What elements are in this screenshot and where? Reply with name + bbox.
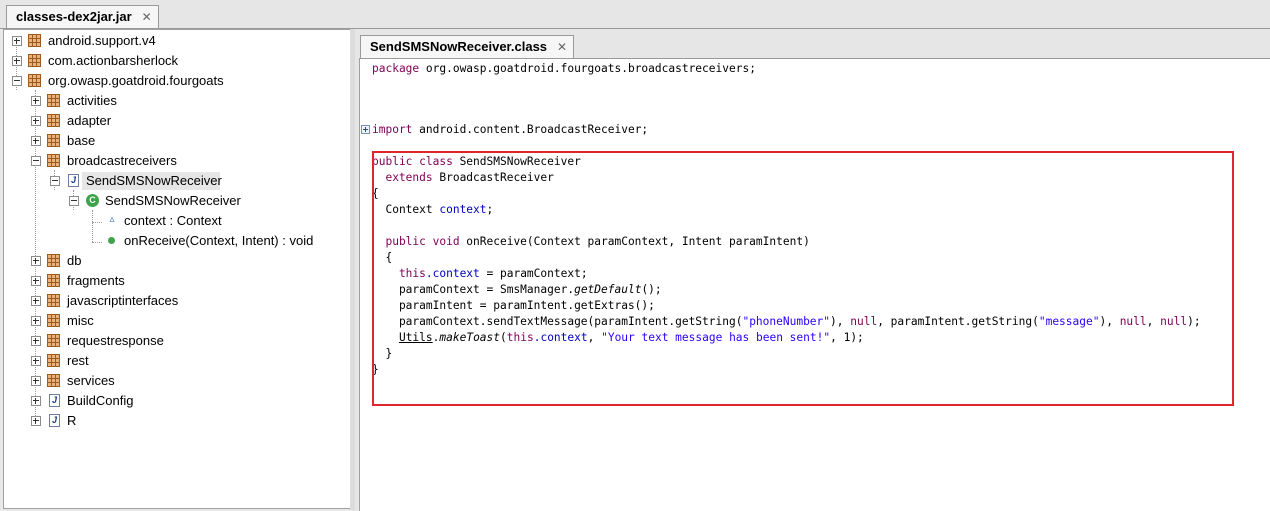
tree-item-label: com.actionbarsherlock [48,53,179,68]
tab-sendsmsnowreceiver-class[interactable]: SendSMSNowReceiver.class ✕ [360,35,575,58]
package-icon [47,134,60,147]
expand-icon[interactable] [31,116,41,126]
fold-expand-icon[interactable] [361,125,370,134]
tree-item-context-field[interactable]: ▵ context : Context [4,211,344,231]
close-icon[interactable]: ✕ [142,6,152,28]
tree-item-buildconfig[interactable]: J BuildConfig [4,391,344,411]
tree-item-label: context : Context [124,213,222,228]
tree-item-label: broadcastreceivers [67,153,177,168]
package-icon [47,254,60,267]
tree-item-sendsmsnowreceiver-file[interactable]: J SendSMSNowReceiver [4,171,344,191]
expand-icon[interactable] [31,356,41,366]
tree-item-label: db [67,253,82,268]
tree-item-base[interactable]: base [4,131,344,151]
package-icon [47,334,60,347]
tree-item-requestresponse[interactable]: requestresponse [4,331,344,351]
tree-item-org-owasp-goatdroid-fourgoats[interactable]: org.owasp.goatdroid.fourgoats [4,71,344,91]
close-icon[interactable]: ✕ [557,36,567,58]
tree-item-label: javascriptinterfaces [67,293,179,308]
package-icon [28,34,41,47]
tree-item-label: activities [67,93,117,108]
method-icon [108,237,115,244]
expand-icon[interactable] [31,136,41,146]
tree-item-label: rest [67,353,89,368]
tree-item-label: adapter [67,113,112,128]
code-line-package: package org.owasp.goatdroid.fourgoats.br… [372,62,756,75]
collapse-icon[interactable] [69,196,79,206]
field-icon: ▵ [109,214,115,225]
highlight-annotation-box [372,151,1234,406]
tab-label: SendSMSNowReceiver.class [370,39,548,54]
tree-item-label: R [67,413,77,428]
expand-icon[interactable] [31,416,41,426]
package-icon [28,74,41,87]
collapse-icon[interactable] [12,76,22,86]
tree-item-label: SendSMSNowReceiver [105,193,241,208]
expand-icon[interactable] [12,36,22,46]
tree-item-label: android.support.v4 [48,33,156,48]
package-icon [47,314,60,327]
package-icon [47,354,60,367]
tree-item-misc[interactable]: misc [4,311,344,331]
tree-item-com-actionbarsherlock[interactable]: com.actionbarsherlock [4,51,344,71]
tree-item-onreceive-method[interactable]: onReceive(Context, Intent) : void [4,231,344,251]
package-icon [47,114,60,127]
expand-icon[interactable] [12,56,22,66]
expand-icon[interactable] [31,296,41,306]
package-icon [28,54,41,67]
package-icon [47,154,60,167]
tree-item-adapter[interactable]: adapter [4,111,344,131]
expand-icon[interactable] [31,336,41,346]
tree-item-label: base [67,133,96,148]
tree-item-db[interactable]: db [4,251,344,271]
tree-item-label: misc [67,313,94,328]
tree-item-label: services [67,373,115,388]
code-view[interactable]: package org.owasp.goatdroid.fourgoats.br… [359,58,1270,511]
java-file-icon: J [49,414,60,427]
package-icon [47,94,60,107]
tree-item-fragments[interactable]: fragments [4,271,344,291]
java-file-icon: J [49,394,60,407]
tree-item-services[interactable]: services [4,371,344,391]
collapse-icon[interactable] [50,176,60,186]
tree-item-label: requestresponse [67,333,164,348]
package-tree-panel: android.support.v4 com.actionbarsherlock… [3,29,351,509]
tree-item-rest[interactable]: rest [4,351,344,371]
code-editor-panel: SendSMSNowReceiver.class ✕ package org.o… [355,29,1270,511]
collapse-icon[interactable] [31,156,41,166]
tree-item-android-support-v4[interactable]: android.support.v4 [4,31,344,51]
class-icon: C [86,194,99,207]
tree-item-broadcastreceivers[interactable]: broadcastreceivers [4,151,344,171]
tab-classes-dex2jar[interactable]: classes-dex2jar.jar ✕ [6,5,159,28]
expand-icon[interactable] [31,396,41,406]
package-icon [47,374,60,387]
tree-item-javascriptinterfaces[interactable]: javascriptinterfaces [4,291,344,311]
expand-icon[interactable] [31,276,41,286]
tree-item-label: org.owasp.goatdroid.fourgoats [48,73,224,88]
expand-icon[interactable] [31,96,41,106]
tree-item-label: SendSMSNowReceiver [86,173,222,188]
package-icon [47,294,60,307]
code-line-import: import android.content.BroadcastReceiver… [372,123,649,136]
tree-item-label: fragments [67,273,125,288]
tab-label: classes-dex2jar.jar [16,9,132,24]
expand-icon[interactable] [31,256,41,266]
tree-item-label: onReceive(Context, Intent) : void [124,233,314,248]
java-file-icon: J [68,174,79,187]
tree-item-sendsmsnowreceiver-class[interactable]: C SendSMSNowReceiver [4,191,344,211]
tree-item-label: BuildConfig [67,393,134,408]
tree-item-r[interactable]: J R [4,411,344,431]
expand-icon[interactable] [31,316,41,326]
editor-top-tabbar: classes-dex2jar.jar ✕ [0,0,1270,29]
tree-item-activities[interactable]: activities [4,91,344,111]
expand-icon[interactable] [31,376,41,386]
package-icon [47,274,60,287]
